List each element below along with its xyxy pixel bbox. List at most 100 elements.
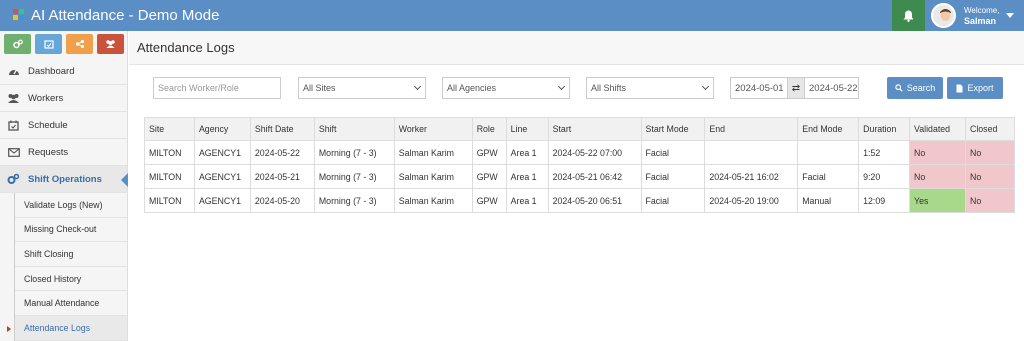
sidebar-subitem-validate-logs[interactable]: Validate Logs (New): [15, 193, 127, 218]
top-bar: AI Attendance - Demo Mode Welcome, Salma…: [0, 0, 1024, 31]
site-select-value: All Sites: [303, 83, 336, 93]
cell-closed: No: [964, 140, 1016, 165]
cell-line: Area 1: [505, 140, 549, 165]
sidebar-subitem-label: Validate Logs (New): [24, 199, 103, 210]
cell-shift-date: 2024-05-20: [249, 188, 315, 213]
table-header-row: Site Agency Shift Date Shift Worker Role…: [144, 117, 1016, 141]
sidebar-item-schedule[interactable]: Schedule: [0, 112, 127, 139]
cell-role: GPW: [471, 140, 507, 165]
notifications-button[interactable]: [892, 0, 925, 31]
column-header-role[interactable]: Role: [471, 117, 507, 141]
cell-start: 2024-05-20 06:51: [547, 188, 642, 213]
sidebar-subitem-label: Shift Closing: [24, 248, 74, 259]
column-header-closed[interactable]: Closed: [964, 117, 1016, 141]
shift-select[interactable]: All Shifts: [586, 77, 714, 99]
column-header-duration[interactable]: Duration: [858, 117, 911, 141]
app-logo-icon: [13, 8, 25, 23]
column-header-agency[interactable]: Agency: [193, 117, 251, 141]
shift-operations-submenu: Validate Logs (New) Missing Check-out Sh…: [7, 193, 127, 341]
date-from-input[interactable]: 2024-05-01: [730, 77, 788, 99]
sidebar-subitem-label: Manual Attendance: [24, 298, 100, 309]
sidebar-subitem-shift-closing[interactable]: Shift Closing: [15, 242, 127, 267]
cell-end: 2024-05-20 19:00: [704, 188, 799, 213]
export-button[interactable]: Export: [947, 77, 1003, 99]
sidebar-item-label: Dashboard: [28, 65, 75, 77]
cell-worker: Salman Karim: [393, 164, 473, 189]
cell-end-mode: Manual: [797, 188, 860, 213]
envelope-icon: [7, 146, 20, 159]
date-to-input[interactable]: 2024-05-22: [804, 77, 859, 99]
attendance-logs-table: Site Agency Shift Date Shift Worker Role…: [144, 117, 1016, 213]
table-row[interactable]: MILTON AGENCY1 2024-05-20 Morning (7 - 3…: [144, 188, 1016, 213]
share-nodes-icon: [75, 39, 84, 49]
cell-site: MILTON: [144, 140, 195, 165]
cell-start: 2024-05-21 06:42: [547, 164, 642, 189]
table-row[interactable]: MILTON AGENCY1 2024-05-22 Morning (7 - 3…: [144, 140, 1016, 165]
column-header-end[interactable]: End: [704, 117, 799, 141]
sidebar-subitem-attendance-logs[interactable]: Attendance Logs: [7, 315, 127, 341]
sidebar-item-workers[interactable]: Workers: [0, 85, 127, 112]
filter-bar: Search Worker/Role All Sites All Agencie…: [129, 77, 1024, 99]
sidebar-subitem-missing-checkout[interactable]: Missing Check-out: [15, 218, 127, 243]
column-header-start-mode[interactable]: Start Mode: [640, 117, 706, 141]
search-button[interactable]: Search: [887, 77, 943, 99]
sidebar-subitem-label: Attendance Logs: [24, 322, 91, 333]
chevron-down-icon[interactable]: [1006, 13, 1014, 18]
column-header-shift-date[interactable]: Shift Date: [249, 117, 315, 141]
quick-button-share[interactable]: [66, 34, 93, 54]
quick-button-cogs[interactable]: [4, 34, 31, 54]
user-menu[interactable]: Welcome, Salman: [925, 0, 1024, 31]
quick-button-users[interactable]: [97, 34, 124, 54]
sidebar-item-dashboard[interactable]: Dashboard: [0, 58, 127, 85]
cell-end-mode: [797, 140, 860, 165]
cell-end: [704, 140, 799, 165]
search-button-label: Search: [906, 83, 936, 93]
chevron-down-icon: [413, 82, 422, 91]
page-header: Attendance Logs: [129, 31, 1024, 65]
agency-select[interactable]: All Agencies: [442, 77, 570, 99]
column-header-site[interactable]: Site: [144, 117, 195, 141]
cell-end-mode: Facial: [797, 164, 860, 189]
welcome-label: Welcome,: [964, 5, 1000, 15]
app-title: AI Attendance - Demo Mode: [31, 7, 220, 24]
cell-worker: Salman Karim: [393, 140, 473, 165]
date-to-value: 2024-05-22: [809, 82, 858, 94]
sidebar-subitem-label: Missing Check-out: [24, 224, 97, 235]
cell-role: GPW: [471, 164, 507, 189]
cell-shift: Morning (7 - 3): [313, 164, 395, 189]
cell-role: GPW: [471, 188, 507, 213]
users-icon: [106, 40, 115, 48]
date-from-value: 2024-05-01: [735, 82, 784, 94]
sidebar-item-label: Workers: [28, 92, 64, 104]
cell-start-mode: Facial: [640, 164, 706, 189]
main-content: Attendance Logs Search Worker/Role All S…: [129, 31, 1024, 341]
brand[interactable]: AI Attendance - Demo Mode: [13, 0, 219, 31]
column-header-shift[interactable]: Shift: [313, 117, 395, 141]
cell-duration: 1:52: [858, 140, 911, 165]
column-header-validated[interactable]: Validated: [909, 117, 966, 141]
cell-closed: No: [964, 188, 1016, 213]
sidebar-subitem-manual-attendance[interactable]: Manual Attendance: [15, 291, 127, 316]
column-header-line[interactable]: Line: [505, 117, 549, 141]
search-input[interactable]: Search Worker/Role: [153, 77, 281, 99]
column-header-worker[interactable]: Worker: [393, 117, 473, 141]
sidebar-subitem-closed-history[interactable]: Closed History: [15, 267, 127, 292]
quick-button-calendar[interactable]: [35, 34, 62, 54]
cogs-icon: [12, 39, 23, 49]
column-header-end-mode[interactable]: End Mode: [797, 117, 860, 141]
sidebar-item-shift-operations[interactable]: Shift Operations: [0, 166, 128, 193]
quick-actions: [0, 31, 127, 58]
table-row[interactable]: MILTON AGENCY1 2024-05-21 Morning (7 - 3…: [144, 164, 1016, 189]
sidebar-item-label: Requests: [28, 146, 69, 158]
sidebar-item-label: Schedule: [28, 119, 68, 131]
cell-validated: Yes: [909, 188, 966, 213]
chevron-down-icon: [701, 82, 710, 91]
swap-dates-button[interactable]: ⇄: [788, 77, 804, 99]
cell-start-mode: Facial: [640, 188, 706, 213]
users-icon: [7, 92, 20, 105]
sidebar-item-requests[interactable]: Requests: [0, 139, 127, 166]
column-header-start[interactable]: Start: [547, 117, 642, 141]
calendar-check-icon: [43, 40, 54, 49]
sidebar-subitem-label: Closed History: [24, 273, 82, 284]
site-select[interactable]: All Sites: [298, 77, 426, 99]
